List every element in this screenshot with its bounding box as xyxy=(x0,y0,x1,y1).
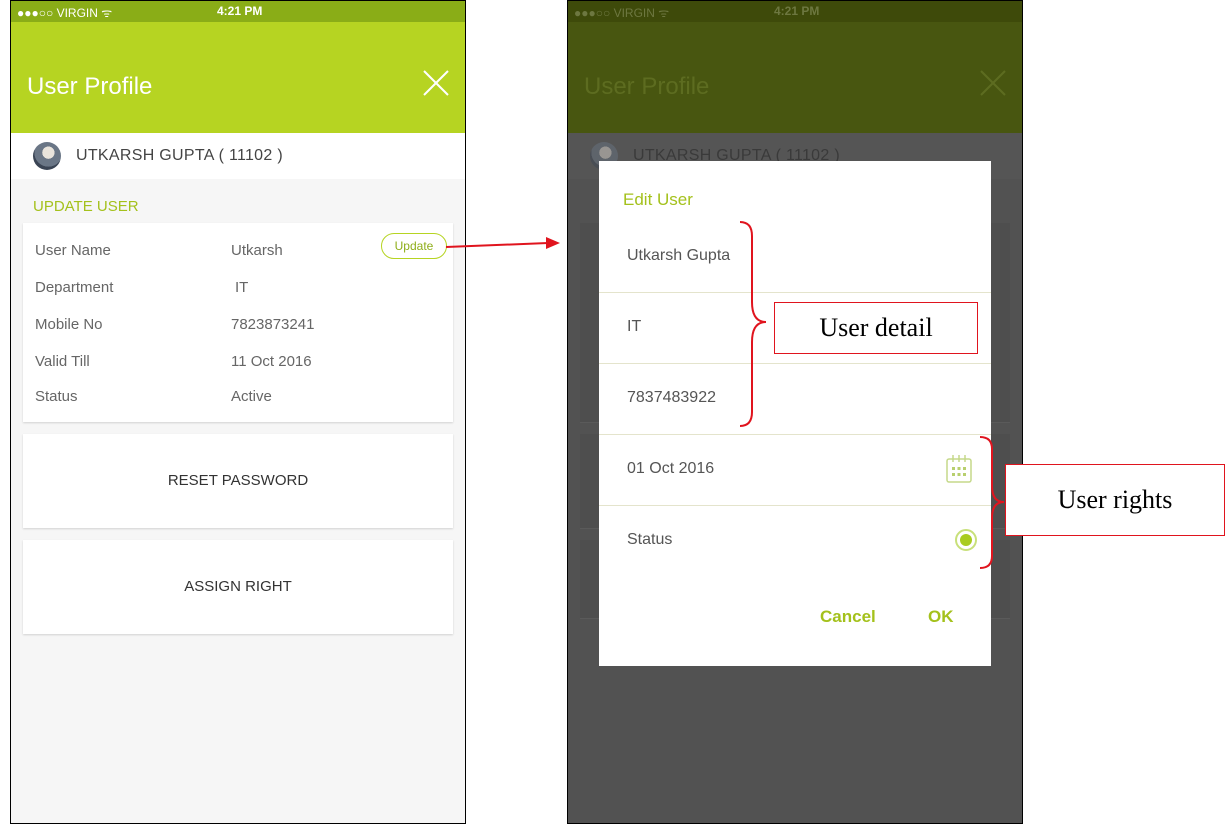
edit-user-screen: ●●●○○ VIRGIN ᯤ 4:21 PM User Profile UTKA… xyxy=(567,0,1023,824)
close-icon xyxy=(980,70,1006,96)
info-label: Status xyxy=(35,388,78,405)
status-bar: ●●●○○ VIRGIN ᯤ 4:21 PM xyxy=(568,1,1022,22)
user-detail-callout: User detail xyxy=(774,302,978,354)
status-label: Status xyxy=(627,531,673,548)
info-value: Active xyxy=(231,388,272,405)
ok-button[interactable]: OK xyxy=(928,607,954,627)
info-row-username: User Name Utkarsh xyxy=(35,242,441,262)
dialog-title: Edit User xyxy=(623,190,693,209)
name-field[interactable]: Utkarsh Gupta xyxy=(599,221,991,293)
header-bar: User Profile xyxy=(568,22,1022,133)
info-row-valid-till: Valid Till 11 Oct 2016 xyxy=(35,353,441,373)
page-title: User Profile xyxy=(27,73,153,100)
clock: 4:21 PM xyxy=(217,4,263,18)
info-row-status: Status Active xyxy=(35,388,441,408)
info-row-department: Department IT xyxy=(35,279,441,299)
user-name-id: UTKARSH GUPTA ( 11102 ) xyxy=(76,147,283,164)
department-value: IT xyxy=(627,318,642,335)
reset-password-button[interactable]: RESET PASSWORD xyxy=(23,434,453,528)
valid-till-field[interactable]: 01 Oct 2016 xyxy=(599,434,991,506)
user-rights-callout: User rights xyxy=(1005,464,1225,536)
header-bar: User Profile xyxy=(11,22,465,133)
avatar xyxy=(33,142,61,170)
arrowhead xyxy=(546,237,560,249)
calendar-icon[interactable] xyxy=(945,454,973,484)
edit-user-dialog: Edit User Utkarsh Gupta IT 7837483922 01… xyxy=(599,161,991,666)
info-label: Department xyxy=(35,279,114,296)
mobile-value: 7837483922 xyxy=(627,389,716,406)
info-label: User Name xyxy=(35,242,111,259)
info-label: Mobile No xyxy=(35,316,103,333)
section-title: UPDATE USER xyxy=(33,198,139,215)
mobile-field[interactable]: 7837483922 xyxy=(599,363,991,435)
status-bar: ●●●○○ VIRGIN ᯤ 4:21 PM xyxy=(11,1,465,22)
carrier-label: ●●●○○ VIRGIN ᯤ xyxy=(17,6,113,20)
page-title: User Profile xyxy=(584,73,710,100)
user-info-card: Update User Name Utkarsh Department IT M… xyxy=(23,223,453,422)
assign-right-button[interactable]: ASSIGN RIGHT xyxy=(23,540,453,634)
user-summary: UTKARSH GUPTA ( 11102 ) xyxy=(11,133,465,179)
info-value: IT xyxy=(235,279,249,296)
status-radio[interactable] xyxy=(955,529,977,551)
info-value: 11 Oct 2016 xyxy=(231,353,312,370)
clock: 4:21 PM xyxy=(774,4,820,18)
info-value: 7823873241 xyxy=(231,316,315,333)
info-label: Valid Till xyxy=(35,353,90,370)
info-value: Utkarsh xyxy=(231,242,283,259)
name-value: Utkarsh Gupta xyxy=(627,247,731,264)
valid-till-value: 01 Oct 2016 xyxy=(627,460,715,477)
status-field[interactable]: Status xyxy=(599,505,991,576)
user-profile-screen: ●●●○○ VIRGIN ᯤ 4:21 PM User Profile UTKA… xyxy=(10,0,466,824)
info-row-mobile: Mobile No 7823873241 xyxy=(35,316,441,336)
close-icon[interactable] xyxy=(421,68,451,98)
carrier-label: ●●●○○ VIRGIN ᯤ xyxy=(574,6,670,20)
cancel-button[interactable]: Cancel xyxy=(820,607,876,627)
